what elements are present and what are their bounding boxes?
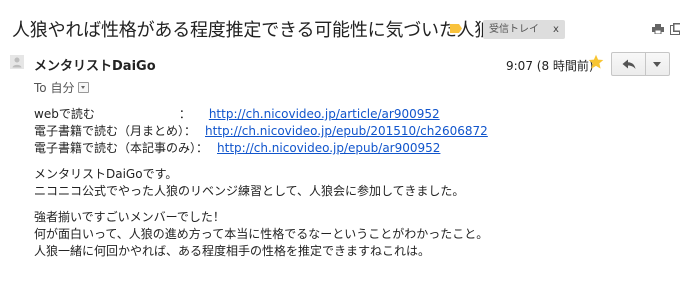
link-line-single: 電子書籍で読む（本記事のみ）： http://ch.nicovideo.jp/ep… (34, 140, 664, 157)
body-line: 人狼一緒に何回かやれば、ある程度相手の性格を推定できますねこれは。 (34, 244, 431, 258)
remove-label-button[interactable]: x (553, 24, 559, 35)
body-line: 強者揃いですごいメンバーでした！ (34, 210, 225, 224)
message-timestamp: 9:07 (8 時間前) (506, 59, 594, 73)
body-line: 何が面白いって、人狼の進め方って本当に性格でるなーということがわかったこと。 (34, 227, 489, 241)
print-icon[interactable] (652, 24, 664, 34)
link-line-monthly: 電子書籍で読む（月まとめ）： http://ch.nicovideo.jp/epu… (34, 123, 664, 140)
body-line: ニコニコ公式でやった人狼のリベンジ練習として、人狼会に参加してきました。 (34, 184, 465, 198)
link-line-web: webで読む ： http://ch.nicovideo.jp/article/a… (34, 106, 664, 123)
recipient-text: To 自分 (34, 81, 75, 95)
message-header: メンタリストDaiGo To 自分 9:07 (8 時間前) (0, 52, 680, 95)
message-body: webで読む ： http://ch.nicovideo.jp/article/a… (34, 106, 664, 260)
link-label: 電子書籍で読む（月まとめ）： (34, 124, 197, 138)
inbox-label-text: 受信トレイ (489, 24, 539, 35)
avatar (10, 55, 24, 69)
show-details-dropdown[interactable] (78, 82, 90, 93)
body-line: メンタリストDaiGoです。 (34, 167, 178, 181)
monthly-epub-link[interactable]: http://ch.nicovideo.jp/epub/201510/ch260… (205, 124, 488, 138)
email-subject: 人狼やれば性格がある程度推定できる可能性に気づいた人狼会 (12, 20, 511, 41)
chevron-down-icon (653, 62, 661, 67)
reply-icon (622, 59, 636, 69)
article-link[interactable]: http://ch.nicovideo.jp/article/ar900952 (209, 107, 440, 121)
subject-row: 人狼やれば性格がある程度推定できる可能性に気づいた人狼会 受信トレイ x (12, 10, 680, 41)
link-label: webで読む ： (34, 107, 191, 121)
reply-button[interactable] (611, 52, 646, 76)
more-actions-button[interactable] (646, 52, 670, 76)
star-icon[interactable] (588, 54, 604, 70)
sender-name[interactable]: メンタリストDaiGo (34, 55, 156, 74)
inbox-label-badge[interactable]: 受信トレイ x (483, 20, 565, 39)
recipient-line: To 自分 (34, 79, 90, 96)
single-epub-link[interactable]: http://ch.nicovideo.jp/epub/ar900952 (217, 141, 440, 155)
link-label: 電子書籍で読む（本記事のみ）： (34, 141, 209, 155)
popout-icon[interactable] (670, 23, 680, 35)
